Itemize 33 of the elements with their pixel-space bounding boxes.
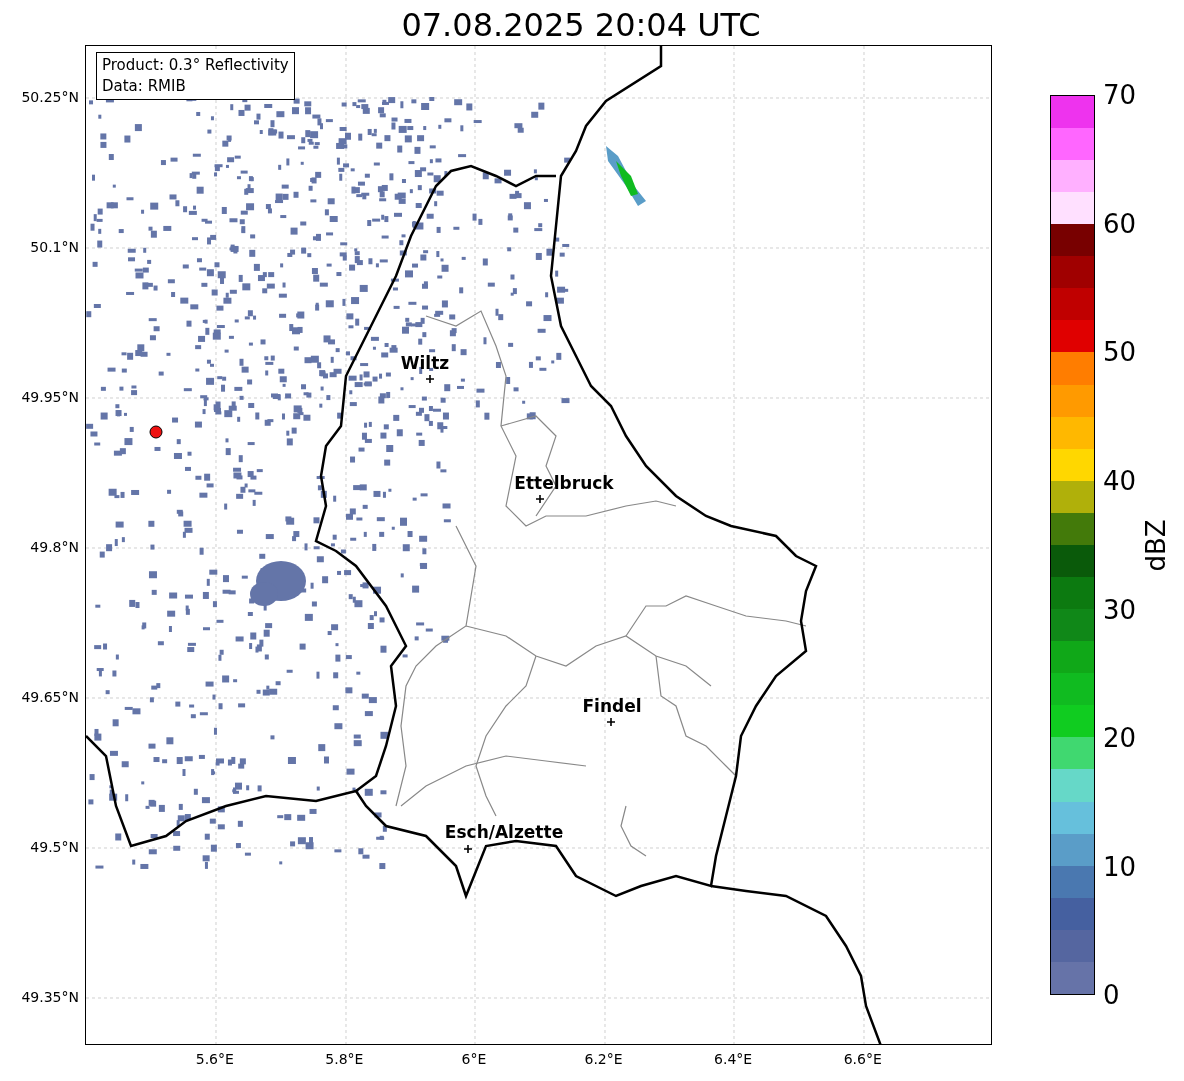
longitude-tick-label: 6.6°E <box>843 1050 882 1069</box>
city-marker-icon <box>607 718 615 726</box>
scale-unit-label: dBZ <box>1139 518 1172 572</box>
city-label: Esch/Alzette <box>444 822 564 842</box>
latitude-tick-label: 49.95°N <box>21 387 79 407</box>
city-marker-icon <box>536 495 544 503</box>
scale-tick-label: 50 <box>1103 337 1137 368</box>
longitude-tick-label: 6°E <box>461 1050 487 1069</box>
info-text: Data: RMIB <box>102 76 187 97</box>
latitude-tick-label: 50.1°N <box>30 237 79 257</box>
info-text: Product: 0.3° Reflectivity <box>102 55 289 76</box>
city-label: Ettelbruck <box>514 473 614 493</box>
latitude-tick-label: 49.65°N <box>21 687 79 707</box>
longitude-tick-label: 6.2°E <box>584 1050 623 1069</box>
city-marker-icon <box>464 845 472 853</box>
city-marker-icon <box>426 375 434 383</box>
scale-tick-label: 0 <box>1103 980 1120 1011</box>
latitude-tick-label: 49.35°N <box>21 987 79 1007</box>
longitude-tick-label: 5.8°E <box>325 1050 364 1069</box>
scale-tick-label: 30 <box>1103 594 1137 625</box>
city-label: Findel <box>582 696 642 716</box>
scale-tick-label: 20 <box>1103 723 1137 754</box>
scale-tick-label: 70 <box>1103 80 1137 111</box>
chart-title: 07.08.2025 20:04 UTC <box>401 5 761 45</box>
scale-tick-label: 10 <box>1103 851 1137 882</box>
scale-tick-label: 40 <box>1103 465 1137 496</box>
city-label: Wiltz <box>400 353 450 373</box>
longitude-tick-label: 6.4°E <box>714 1050 753 1069</box>
latitude-tick-label: 49.8°N <box>30 537 79 557</box>
longitude-tick-label: 5.6°E <box>195 1050 234 1069</box>
latitude-tick-label: 50.25°N <box>21 87 79 107</box>
latitude-tick-label: 49.5°N <box>30 837 79 857</box>
scale-tick-label: 60 <box>1103 208 1137 239</box>
